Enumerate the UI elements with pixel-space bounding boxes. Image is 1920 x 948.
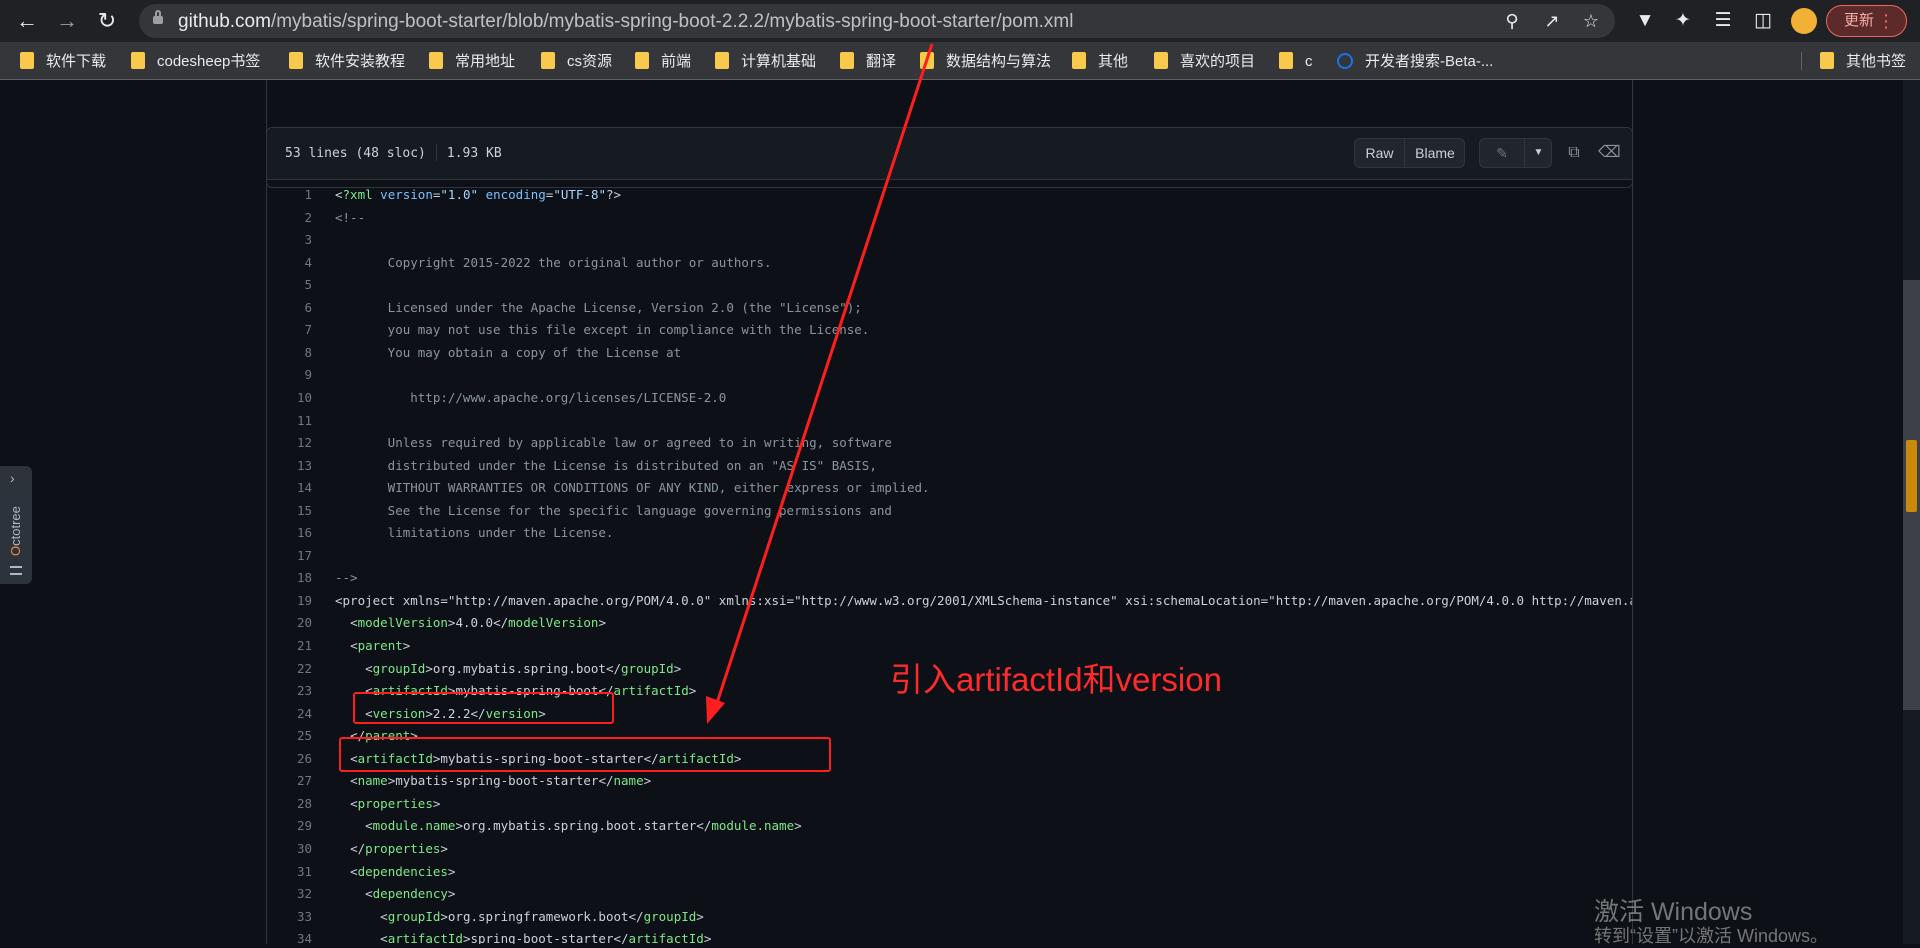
annotation-arrow bbox=[706, 43, 934, 724]
annotation-text: 引入artifactId和version bbox=[890, 661, 1222, 698]
activation-watermark-subtitle: 转到“设置”以激活 Windows。 bbox=[1594, 926, 1829, 946]
